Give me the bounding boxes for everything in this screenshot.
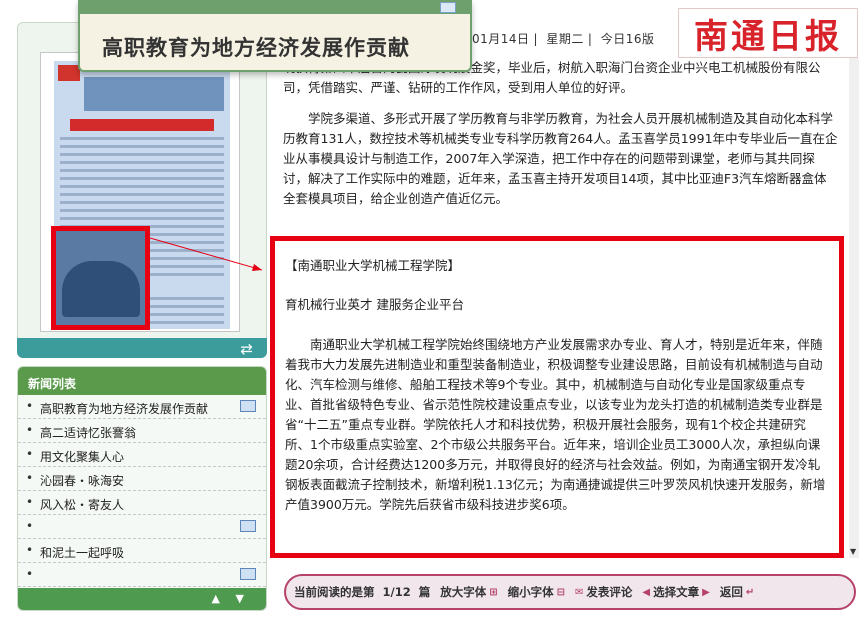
link-arrow	[149, 237, 263, 271]
